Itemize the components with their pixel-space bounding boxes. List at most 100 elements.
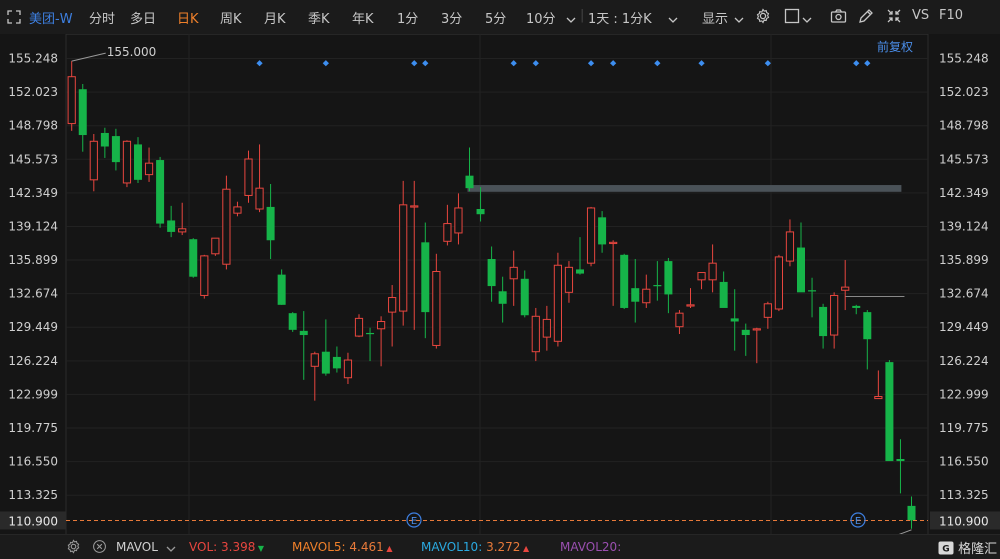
candle-body[interactable] bbox=[67, 76, 76, 125]
candle-body[interactable] bbox=[553, 264, 562, 342]
candle-body[interactable] bbox=[443, 223, 452, 242]
event-dot[interactable] bbox=[864, 60, 871, 67]
event-dot[interactable] bbox=[654, 60, 661, 67]
candle-body[interactable] bbox=[332, 356, 341, 369]
candle-body[interactable] bbox=[564, 266, 574, 293]
candle-body[interactable] bbox=[586, 207, 596, 264]
period-tab-7[interactable]: 1分 bbox=[397, 8, 418, 27]
candle-body[interactable] bbox=[576, 269, 584, 274]
candle-body[interactable] bbox=[189, 239, 198, 277]
candle-body[interactable] bbox=[686, 304, 695, 307]
event-dot[interactable] bbox=[853, 60, 860, 67]
candle-body[interactable] bbox=[100, 132, 109, 147]
candle-body[interactable] bbox=[819, 306, 828, 337]
candle-body[interactable] bbox=[730, 318, 739, 322]
candle-body[interactable] bbox=[642, 288, 651, 304]
candle-body[interactable] bbox=[719, 281, 728, 308]
candle-body[interactable] bbox=[708, 262, 717, 281]
candle-body[interactable] bbox=[233, 206, 242, 214]
candle-body[interactable] bbox=[178, 228, 187, 233]
event-dot[interactable] bbox=[764, 60, 771, 67]
chart-svg[interactable]: 155.248 155.248 152.023 152.023 148.798 148.7… bbox=[0, 34, 1000, 549]
event-dot[interactable] bbox=[510, 60, 517, 67]
candle-body[interactable] bbox=[354, 317, 364, 337]
candle-body[interactable] bbox=[598, 217, 607, 245]
candle-body[interactable] bbox=[531, 315, 540, 353]
period-tab-4[interactable]: 月K bbox=[264, 8, 286, 27]
candle-body[interactable] bbox=[156, 160, 165, 224]
candle-body[interactable] bbox=[476, 209, 485, 215]
candle-body[interactable] bbox=[609, 241, 618, 245]
candle-body[interactable] bbox=[111, 136, 120, 163]
candle-body[interactable] bbox=[774, 256, 783, 310]
candle-body[interactable] bbox=[310, 353, 319, 367]
candle-body[interactable] bbox=[266, 206, 275, 241]
close-icon[interactable] bbox=[92, 539, 107, 557]
candle-body[interactable] bbox=[752, 328, 761, 331]
period-tab-6[interactable]: 年K bbox=[352, 8, 374, 27]
camera-icon[interactable] bbox=[830, 8, 847, 24]
candle-body[interactable] bbox=[885, 362, 894, 462]
candle-body[interactable] bbox=[89, 140, 98, 181]
candle-body[interactable] bbox=[741, 329, 750, 336]
period-tab-9[interactable]: 5分 bbox=[485, 8, 506, 27]
chevron-down-icon[interactable] bbox=[734, 10, 750, 26]
candle-body[interactable] bbox=[78, 89, 87, 136]
expand-icon[interactable] bbox=[7, 9, 23, 25]
candle-body[interactable] bbox=[343, 359, 353, 379]
candle-body[interactable] bbox=[388, 297, 397, 313]
period-tab-2[interactable]: 日K bbox=[177, 8, 199, 27]
candle-body[interactable] bbox=[432, 271, 441, 346]
candle-body[interactable] bbox=[144, 162, 154, 176]
candle-body[interactable] bbox=[542, 318, 551, 338]
event-dot[interactable] bbox=[532, 60, 539, 67]
candle-body[interactable] bbox=[454, 207, 463, 234]
candle-body[interactable] bbox=[366, 332, 375, 335]
candle-body[interactable] bbox=[808, 290, 817, 292]
candle-body[interactable] bbox=[907, 505, 916, 521]
collapse-icon[interactable] bbox=[886, 8, 902, 24]
candle-body[interactable] bbox=[863, 312, 872, 340]
candle-body[interactable] bbox=[631, 288, 640, 302]
candle-body[interactable] bbox=[410, 205, 419, 208]
display-menu[interactable]: 显示 bbox=[702, 8, 728, 27]
period-tab-10[interactable]: 10分 bbox=[526, 8, 556, 27]
candle-body[interactable] bbox=[763, 303, 772, 318]
candle-body[interactable] bbox=[852, 305, 861, 308]
candle-body[interactable] bbox=[200, 255, 209, 296]
candle-body[interactable] bbox=[377, 321, 386, 330]
candle-body[interactable] bbox=[509, 266, 518, 280]
gear-icon[interactable] bbox=[66, 539, 81, 557]
candlestick-chart[interactable]: 155.248 155.248 152.023 152.023 148.798 148.7… bbox=[0, 34, 1000, 549]
candle-body[interactable] bbox=[653, 285, 662, 287]
candle-body[interactable] bbox=[785, 231, 795, 262]
indicator-name[interactable]: MAVOL bbox=[116, 540, 158, 554]
period-tab-8[interactable]: 3分 bbox=[441, 8, 462, 27]
chevron-down-icon[interactable] bbox=[802, 10, 818, 26]
candle-body[interactable] bbox=[465, 175, 474, 189]
candle-body[interactable] bbox=[697, 272, 706, 281]
event-dot[interactable] bbox=[322, 60, 329, 67]
event-dot[interactable] bbox=[587, 60, 595, 67]
candle-body[interactable] bbox=[321, 351, 330, 374]
combo-period-selector[interactable]: 1天 : 1分K bbox=[588, 8, 652, 27]
candle-body[interactable] bbox=[421, 242, 430, 313]
candle-body[interactable] bbox=[134, 144, 142, 180]
candle-body[interactable] bbox=[167, 220, 176, 232]
event-dot[interactable] bbox=[411, 60, 418, 67]
period-tab-3[interactable]: 周K bbox=[220, 8, 242, 27]
candle-body[interactable] bbox=[498, 291, 507, 304]
pencil-icon[interactable] bbox=[858, 8, 874, 24]
event-dot[interactable] bbox=[698, 60, 705, 67]
candle-body[interactable] bbox=[299, 330, 308, 336]
candle-body[interactable] bbox=[244, 158, 253, 196]
candle-body[interactable] bbox=[520, 278, 529, 316]
candle-body[interactable] bbox=[122, 140, 132, 184]
event-dot[interactable] bbox=[610, 60, 617, 67]
stock-name[interactable]: 美团-W bbox=[29, 8, 73, 27]
chevron-down-icon[interactable] bbox=[166, 543, 176, 557]
candle-body[interactable] bbox=[874, 396, 883, 400]
candle-body[interactable] bbox=[222, 188, 231, 265]
candle-body[interactable] bbox=[675, 312, 684, 328]
chevron-down-icon[interactable] bbox=[668, 10, 684, 26]
